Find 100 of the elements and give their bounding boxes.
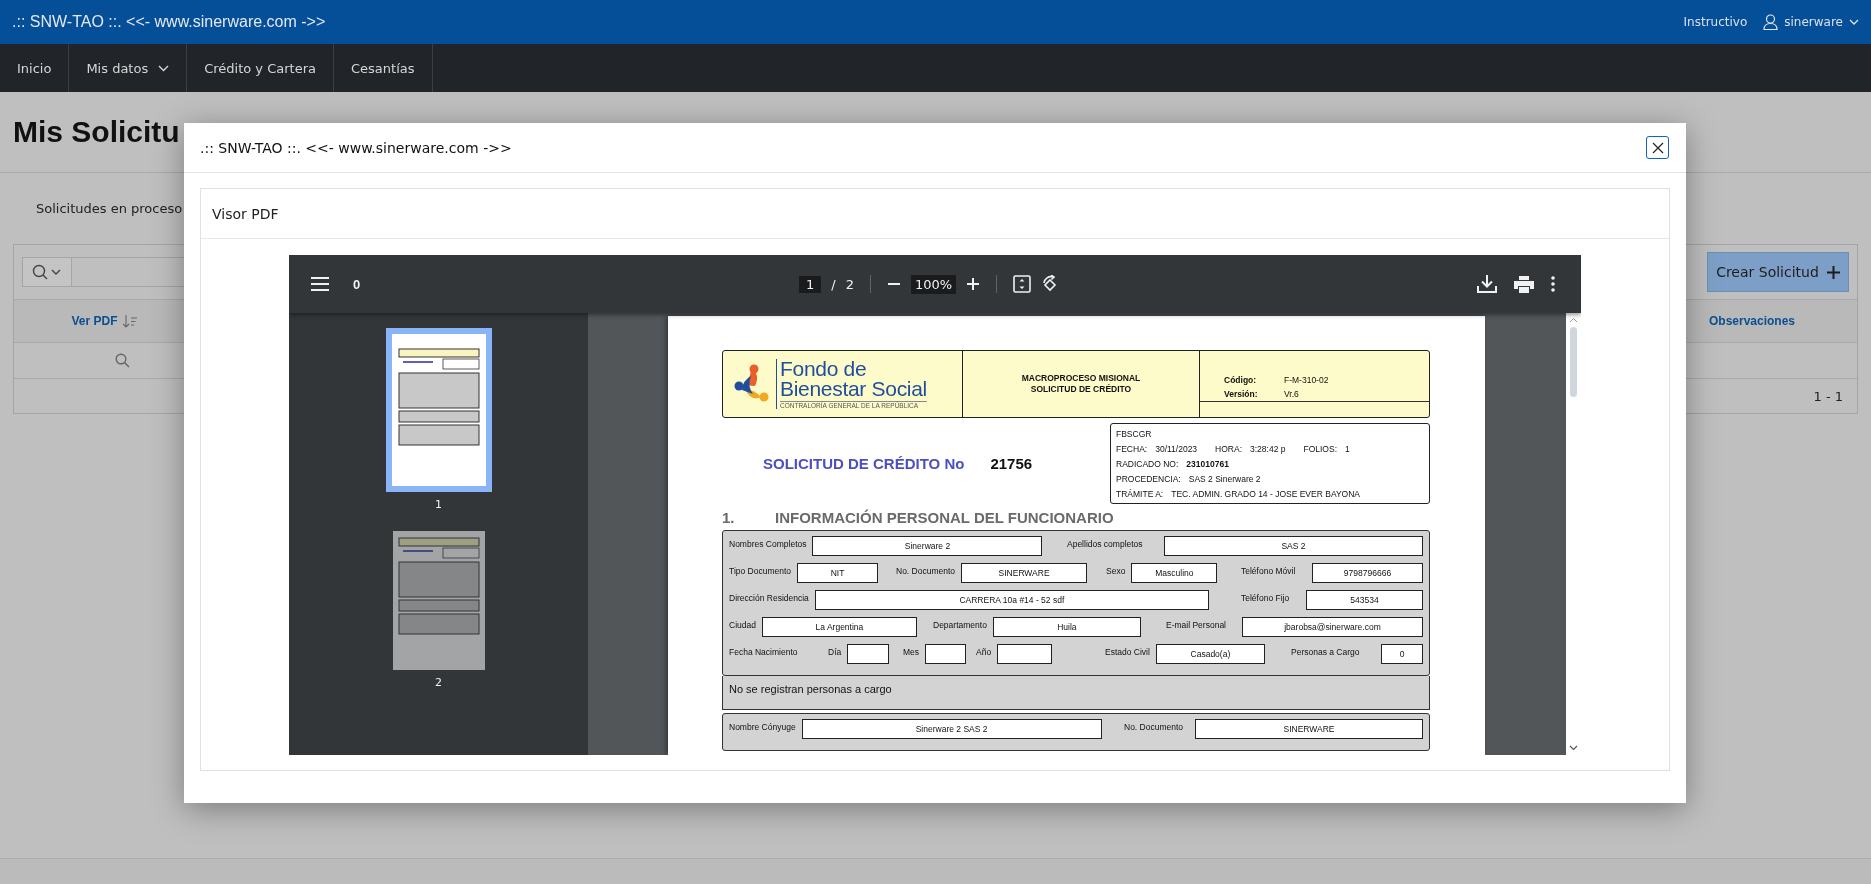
- print-icon[interactable]: [1514, 275, 1534, 293]
- menu-icon[interactable]: [311, 277, 329, 291]
- user-icon: [1763, 14, 1779, 30]
- scroll-down-icon[interactable]: [1569, 745, 1578, 751]
- info-value: SAS 2 Sinerware 2: [1188, 473, 1261, 484]
- thumbnail-page-number: 2: [435, 676, 442, 689]
- field-value: NIT: [797, 563, 879, 583]
- create-request-button[interactable]: Crear Solicitud: [1707, 252, 1849, 292]
- field-label: Año: [976, 646, 992, 657]
- info-label: RADICADO NO:: [1116, 458, 1179, 469]
- field-value: SINERWARE: [961, 563, 1088, 583]
- form-header-text: MACROPROCESO MISIONAL: [1021, 373, 1141, 384]
- field-label: Teléfono Móvil: [1241, 565, 1296, 576]
- more-options-icon[interactable]: [1551, 276, 1555, 292]
- info-label: HORA:: [1215, 443, 1242, 454]
- chevron-down-icon: [1849, 19, 1859, 25]
- dependents-note: No se registran personas a cargo: [729, 683, 892, 695]
- info-value: 1: [1345, 443, 1350, 454]
- request-number: 21756: [990, 455, 1033, 472]
- app-title[interactable]: .:: SNW-TAO ::. <<- www.sinerware.com ->>: [12, 13, 326, 31]
- column-header[interactable]: Observaciones: [1697, 300, 1857, 342]
- field-label: Sexo: [1106, 565, 1126, 576]
- column-header[interactable]: Ver PDF: [14, 300, 194, 342]
- page-number-field[interactable]: 1: [799, 275, 822, 293]
- header-field-value: F-M-310-02: [1284, 374, 1329, 385]
- pagination-text: 1 - 1: [1813, 388, 1843, 404]
- field-label: Nombre Cónyuge: [729, 721, 796, 732]
- nav-item[interactable]: Cesantías: [334, 44, 433, 92]
- field-label: Dirección Residencia: [729, 592, 809, 603]
- info-value: TEC. ADMIN. GRADO 14 - JOSE EVER BAYONA: [1171, 488, 1360, 499]
- plus-icon: [1826, 265, 1840, 279]
- field-label: Nombres Completos: [729, 538, 807, 549]
- section-number: 1.: [722, 508, 736, 526]
- search-menu-button[interactable]: [22, 257, 72, 287]
- field-value: Sinerware 2: [812, 536, 1043, 556]
- field-label: Fecha Nacimiento: [729, 646, 798, 657]
- scroll-thumb[interactable]: [1570, 327, 1577, 397]
- field-label: Departamento: [933, 619, 987, 630]
- field-value: Masculino: [1131, 563, 1218, 583]
- info-value: 3:28:42 p: [1250, 443, 1286, 454]
- close-button[interactable]: [1646, 136, 1669, 159]
- field-value: 9798796666: [1312, 563, 1423, 583]
- page-separator: /: [831, 276, 836, 292]
- tab[interactable]: Solicitudes en proceso: [36, 201, 183, 216]
- page-count: 2: [845, 276, 854, 292]
- info-value: 231010761: [1186, 458, 1229, 469]
- field-value: Casado(a): [1155, 644, 1265, 664]
- zoom-in-icon[interactable]: [966, 277, 981, 291]
- info-label: FBSCGR: [1116, 428, 1152, 439]
- field-label: No. Documento: [896, 565, 956, 576]
- modal-title: .:: SNW-TAO ::. <<- www.sinerware.com ->>: [200, 139, 512, 156]
- view-pdf-icon[interactable]: [115, 353, 130, 368]
- chevron-down-icon: [158, 64, 170, 72]
- field-label: Estado Civil: [1105, 646, 1150, 657]
- field-value: 0: [1381, 644, 1423, 664]
- field-label: Ciudad: [729, 619, 756, 630]
- request-title: SOLICITUD DE CRÉDITO No: [763, 455, 965, 472]
- user-menu[interactable]: sinerware: [1763, 14, 1859, 30]
- page-thumbnail[interactable]: [385, 328, 492, 492]
- field-value: 543534: [1306, 590, 1423, 610]
- info-label: FOLIOS:: [1303, 443, 1337, 454]
- section-title: INFORMACIÓN PERSONAL DEL FUNCIONARIO: [775, 508, 1114, 526]
- field-label: Apellidos completos: [1067, 538, 1143, 549]
- header-field-label: Versión:: [1224, 388, 1259, 399]
- field-label: Día: [828, 646, 842, 657]
- close-icon: [1651, 141, 1664, 154]
- nav-item[interactable]: Crédito y Cartera: [187, 44, 334, 92]
- scroll-up-icon[interactable]: [1569, 317, 1578, 323]
- header-field-label: Código:: [1224, 374, 1258, 385]
- sort-icon: [122, 314, 137, 328]
- field-value: [997, 644, 1053, 664]
- document-title: 0: [353, 276, 361, 292]
- field-label: E-mail Personal: [1166, 619, 1226, 630]
- fit-page-icon[interactable]: [1013, 275, 1032, 293]
- field-label: Tipo Documento: [729, 565, 792, 576]
- nav-item[interactable]: Mis datos: [69, 44, 188, 92]
- info-label: FECHA:: [1116, 443, 1148, 454]
- field-value: SINERWARE: [1195, 719, 1423, 739]
- zoom-field[interactable]: 100%: [910, 274, 957, 294]
- info-value: 30/11/2023: [1155, 443, 1198, 454]
- field-value: jbarobsa@sinerware.com: [1242, 617, 1423, 637]
- logo-text: Fondo de: [780, 359, 868, 379]
- info-label: TRÁMITE A:: [1116, 488, 1164, 499]
- download-icon[interactable]: [1477, 275, 1497, 293]
- field-label: Personas a Cargo: [1291, 646, 1360, 657]
- field-value: [925, 644, 967, 664]
- nav-item[interactable]: Inicio: [0, 44, 70, 92]
- instructivo-link[interactable]: Instructivo: [1683, 15, 1748, 29]
- info-label: PROCEDENCIA:: [1116, 473, 1181, 484]
- thumbnail-page-number: 1: [435, 498, 442, 511]
- field-value: Sinerware 2 SAS 2: [801, 719, 1102, 739]
- card-title: Visor PDF: [212, 205, 279, 222]
- field-value: La Argentina: [761, 617, 917, 637]
- field-value: Huila: [992, 617, 1141, 637]
- field-value: [847, 644, 890, 664]
- field-label: No. Documento: [1124, 721, 1184, 732]
- field-value: SAS 2: [1164, 536, 1423, 556]
- field-label: Teléfono Fijo: [1241, 592, 1290, 603]
- logo-text: Bienestar Social: [780, 379, 927, 399]
- header-field-value: Vr.6: [1284, 388, 1299, 399]
